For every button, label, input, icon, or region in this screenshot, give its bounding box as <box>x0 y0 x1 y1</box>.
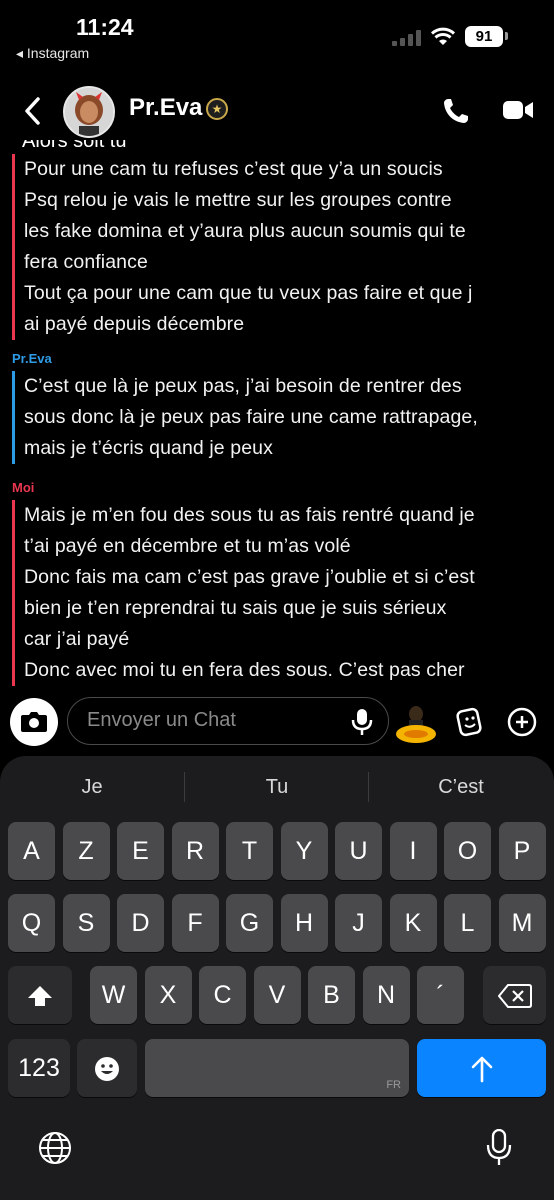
chat-header: Pr.Eva ★ <box>0 80 554 140</box>
key-r[interactable]: R <box>171 822 219 880</box>
voice-note-mic-icon[interactable] <box>351 708 373 736</box>
send-arrow-icon <box>471 1057 492 1083</box>
emoji-key[interactable] <box>77 1039 137 1097</box>
key-acute-accent[interactable]: ´ <box>417 966 464 1024</box>
message-line: les fake domina et y’aura plus aucun sou… <box>24 220 466 242</box>
suggestion-3[interactable]: C’est <box>401 776 521 799</box>
contact-avatar[interactable] <box>63 86 115 138</box>
key-o[interactable]: O <box>444 822 491 880</box>
message-line: t’ai payé en décembre et tu m’as volé <box>24 535 351 557</box>
key-x[interactable]: X <box>144 966 192 1024</box>
video-call-icon[interactable] <box>502 98 534 122</box>
message-line: ai payé depuis décembre <box>24 313 245 335</box>
cut-off-message-line: Alors soit tu <box>22 140 127 152</box>
backspace-icon <box>497 984 532 1009</box>
key-j[interactable]: J <box>335 894 382 952</box>
key-t[interactable]: T <box>226 822 273 880</box>
key-a[interactable]: A <box>8 822 55 880</box>
key-c[interactable]: C <box>199 966 246 1024</box>
send-key[interactable] <box>417 1039 546 1097</box>
key-z[interactable]: Z <box>62 822 110 880</box>
shift-key[interactable] <box>8 966 72 1024</box>
camera-button[interactable] <box>10 698 58 746</box>
key-n[interactable]: N <box>362 966 410 1024</box>
contact-name[interactable]: Pr.Eva <box>129 94 202 122</box>
key-g[interactable]: G <box>226 894 273 952</box>
key-e[interactable]: E <box>117 822 164 880</box>
backspace-key[interactable] <box>483 966 546 1024</box>
message-line: Mais je m’en fou des sous tu as fais ren… <box>24 504 475 526</box>
clock: 11:24 <box>76 14 134 40</box>
cellular-signal-icon <box>392 30 424 46</box>
message-line: Pour une cam tu refuses c’est que y’a un… <box>24 158 443 180</box>
back-to-instagram-link[interactable]: ◂ Instagram <box>16 45 89 62</box>
globe-icon[interactable] <box>37 1130 73 1166</box>
message-line: car j’ai payé <box>24 628 130 650</box>
space-lang-label: FR <box>386 1079 401 1091</box>
shift-icon <box>28 986 52 1007</box>
key-h[interactable]: H <box>280 894 328 952</box>
key-m[interactable]: M <box>498 894 546 952</box>
message-line: Psq relou je vais le mettre sur les grou… <box>24 189 452 211</box>
sticker-icon[interactable] <box>455 707 485 737</box>
key-p[interactable]: P <box>498 822 546 880</box>
key-i[interactable]: I <box>389 822 437 880</box>
back-chevron-icon[interactable] <box>22 96 42 126</box>
suggestion-divider <box>368 772 369 802</box>
sender-label: Moi <box>12 480 35 495</box>
battery-indicator: 91 <box>465 26 503 47</box>
key-q[interactable]: Q <box>8 894 55 952</box>
space-bar[interactable]: FR <box>145 1039 409 1097</box>
key-f[interactable]: F <box>171 894 219 952</box>
suggestion-2[interactable]: Tu <box>217 776 337 799</box>
key-d[interactable]: D <box>117 894 164 952</box>
message-block: Pour une cam tu refuses c’est que y’a un… <box>12 154 472 340</box>
plus-icon[interactable] <box>507 707 537 737</box>
message-line: C’est que là je peux pas, j’ai besoin de… <box>24 375 462 397</box>
message-line: Donc avec moi tu en fera des sous. C’est… <box>24 659 465 681</box>
chat-input-placeholder: Envoyer un Chat <box>87 709 236 731</box>
key-w[interactable]: W <box>90 966 137 1024</box>
emoji-icon <box>95 1057 119 1082</box>
dictation-mic-icon[interactable] <box>486 1129 512 1167</box>
key-u[interactable]: U <box>335 822 382 880</box>
suggestion-1[interactable]: Je <box>32 776 152 799</box>
key-s[interactable]: S <box>62 894 110 952</box>
message-line: Donc fais ma cam c’est pas grave j’oubli… <box>24 566 475 588</box>
message-line: Tout ça pour une cam que tu veux pas fai… <box>24 282 473 304</box>
battery-tip-icon <box>505 32 508 40</box>
message-block: C’est que là je peux pas, j’ai besoin de… <box>12 371 478 464</box>
chat-input[interactable]: Envoyer un Chat <box>67 697 389 745</box>
phone-call-icon[interactable] <box>441 96 471 126</box>
bitmoji-avatar-icon <box>65 88 113 136</box>
key-b[interactable]: B <box>308 966 355 1024</box>
wifi-icon <box>430 27 456 45</box>
key-k[interactable]: K <box>389 894 437 952</box>
chat-thread[interactable]: Alors soit tu Pour une cam tu refuses c’… <box>0 140 554 688</box>
message-line: bien je t’en reprendrai tu sais que je s… <box>24 597 447 619</box>
message-line: sous donc là je peux pas faire une came … <box>24 406 478 428</box>
numbers-key[interactable]: 123 <box>8 1039 70 1097</box>
suggestion-divider <box>184 772 185 802</box>
star-badge-icon: ★ <box>206 98 228 120</box>
status-bar: 11:24 ◂ Instagram 91 <box>0 0 554 70</box>
bitmoji-sticker-icon[interactable] <box>395 702 437 748</box>
key-y[interactable]: Y <box>280 822 328 880</box>
message-block: Mais je m’en fou des sous tu as fais ren… <box>12 500 475 686</box>
message-line: mais je t’écris quand je peux <box>24 437 273 459</box>
message-line: fera confiance <box>24 251 148 273</box>
sender-label: Pr.Eva <box>12 351 52 366</box>
camera-icon <box>21 712 47 732</box>
key-l[interactable]: L <box>444 894 491 952</box>
key-v[interactable]: V <box>253 966 301 1024</box>
